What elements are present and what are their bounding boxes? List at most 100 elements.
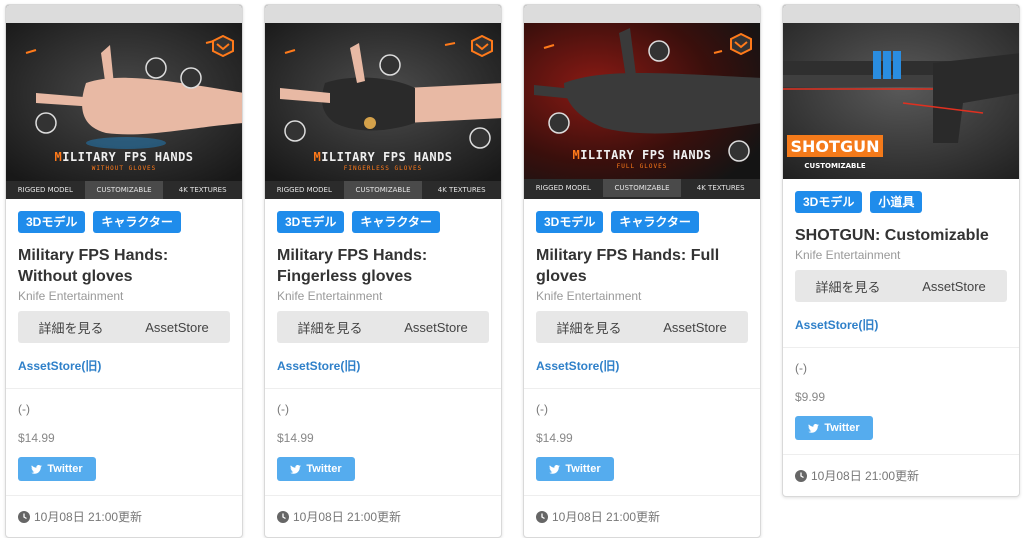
publisher-name: Knife Entertainment xyxy=(795,248,901,262)
thumbnail-subtitle-art: FULL GLOVES xyxy=(616,163,668,170)
rating-text: (-) xyxy=(536,402,548,416)
old-assetstore-link[interactable]: AssetStore(旧) xyxy=(536,357,748,374)
product-thumbnail[interactable]: SHOTGUN CUSTOMIZABLE xyxy=(783,5,1019,179)
publisher-name: Knife Entertainment xyxy=(536,289,642,303)
updated-info: 10月08日 21:00更新 xyxy=(277,508,489,537)
tag-character[interactable]: キャラクター xyxy=(611,211,699,233)
twitter-share-button[interactable]: Twitter xyxy=(795,416,873,440)
divider xyxy=(524,495,760,496)
divider xyxy=(6,388,242,389)
updated-info: 10月08日 21:00更新 xyxy=(536,508,748,537)
product-card: MILITARY FPS HANDS WITHOUT GLOVES RIGGED… xyxy=(5,4,243,538)
updated-info: 10月08日 21:00更新 xyxy=(795,467,1007,496)
twitter-share-button[interactable]: Twitter xyxy=(536,457,614,481)
divider xyxy=(783,347,1019,348)
thumbnail-subtitle-art: CUSTOMIZABLE xyxy=(804,162,865,170)
tag-list: 3Dモデル キャラクター xyxy=(6,199,242,233)
feature-label: RIGGED MODEL xyxy=(276,186,332,194)
product-title[interactable]: Military FPS Hands: Fingerless gloves xyxy=(277,245,489,287)
publisher-name: Knife Entertainment xyxy=(18,289,124,303)
old-assetstore-link[interactable]: AssetStore(旧) xyxy=(795,316,1007,333)
clock-icon xyxy=(277,510,289,523)
tag-3d-model[interactable]: 3Dモデル xyxy=(536,211,604,233)
twitter-label: Twitter xyxy=(824,422,860,434)
rating-text: (-) xyxy=(18,402,30,416)
product-title[interactable]: SHOTGUN: Customizable xyxy=(795,225,1007,246)
divider xyxy=(783,454,1019,455)
price-text: $14.99 xyxy=(18,431,55,445)
assetstore-button[interactable]: AssetStore xyxy=(383,311,489,343)
details-button[interactable]: 詳細を見る xyxy=(18,311,124,343)
product-thumbnail[interactable]: MILITARY FPS HANDS FULL GLOVES RIGGED MO… xyxy=(524,5,760,199)
details-button[interactable]: 詳細を見る xyxy=(536,311,642,343)
brand-logo-icon xyxy=(212,35,234,57)
old-assetstore-link[interactable]: AssetStore(旧) xyxy=(18,357,230,374)
tag-3d-model[interactable]: 3Dモデル xyxy=(277,211,345,233)
thumbnail-feature-bar: RIGGED MODEL CUSTOMIZABLE 4K TEXTURES xyxy=(524,179,760,197)
tag-list: 3Dモデル 小道具 xyxy=(783,179,1019,213)
thumbnail-top-strip xyxy=(783,5,1019,23)
updated-text: 10月08日 21:00更新 xyxy=(552,510,661,524)
product-thumbnail[interactable]: MILITARY FPS HANDS FINGERLESS GLOVES RIG… xyxy=(265,5,501,199)
thumbnail-feature-bar: RIGGED MODEL CUSTOMIZABLE 4K TEXTURES xyxy=(265,181,501,199)
old-assetstore-link[interactable]: AssetStore(旧) xyxy=(277,357,489,374)
rating-text: (-) xyxy=(795,361,807,375)
assetstore-button[interactable]: AssetStore xyxy=(642,311,748,343)
thumbnail-title-art: SHOTGUN xyxy=(791,137,880,156)
feature-label: RIGGED MODEL xyxy=(17,186,73,194)
twitter-bird-icon xyxy=(808,423,820,433)
thumbnail-title-art: MILITARY FPS HANDS xyxy=(313,150,453,164)
twitter-label: Twitter xyxy=(306,463,342,475)
price-text: $14.99 xyxy=(277,431,314,445)
publisher-name: Knife Entertainment xyxy=(277,289,383,303)
thumbnail-title-art: MILITARY FPS HANDS xyxy=(572,148,712,162)
updated-text: 10月08日 21:00更新 xyxy=(34,510,143,524)
product-title[interactable]: Military FPS Hands: Full gloves xyxy=(536,245,748,287)
details-button[interactable]: 詳細を見る xyxy=(277,311,383,343)
price-text: $14.99 xyxy=(536,431,573,445)
tag-character[interactable]: キャラクター xyxy=(93,211,181,233)
divider xyxy=(6,495,242,496)
tag-3d-model[interactable]: 3Dモデル xyxy=(18,211,86,233)
details-button[interactable]: 詳細を見る xyxy=(795,270,901,302)
twitter-bird-icon xyxy=(290,464,302,474)
action-button-group: 詳細を見る AssetStore xyxy=(18,311,230,343)
updated-info: 10月08日 21:00更新 xyxy=(18,508,230,537)
feature-label: RIGGED MODEL xyxy=(535,184,591,192)
feature-label: 4K TEXTURES xyxy=(178,186,227,194)
feature-label: CUSTOMIZABLE xyxy=(602,179,682,197)
assetstore-button[interactable]: AssetStore xyxy=(124,311,230,343)
thumbnail-feature-bar: RIGGED MODEL CUSTOMIZABLE 4K TEXTURES xyxy=(6,181,242,199)
divider xyxy=(265,388,501,389)
thumbnail-subtitle-art: FINGERLESS GLOVES xyxy=(343,165,423,172)
price-text: $9.99 xyxy=(795,390,826,404)
divider xyxy=(265,495,501,496)
rating-text: (-) xyxy=(277,402,289,416)
twitter-share-button[interactable]: Twitter xyxy=(18,457,96,481)
product-card: MILITARY FPS HANDS FULL GLOVES RIGGED MO… xyxy=(523,4,761,538)
twitter-bird-icon xyxy=(549,464,561,474)
feature-label: CUSTOMIZABLE xyxy=(343,181,423,199)
product-card: MILITARY FPS HANDS FINGERLESS GLOVES RIG… xyxy=(264,4,502,538)
action-button-group: 詳細を見る AssetStore xyxy=(795,270,1007,302)
thumbnail-top-strip xyxy=(524,5,760,23)
product-title[interactable]: Military FPS Hands: Without gloves xyxy=(18,245,230,287)
action-button-group: 詳細を見る AssetStore xyxy=(277,311,489,343)
thumbnail-top-strip xyxy=(6,5,242,23)
clock-icon xyxy=(795,469,807,482)
feature-label: 4K TEXTURES xyxy=(437,186,486,194)
brand-logo-icon xyxy=(730,33,752,55)
feature-label: CUSTOMIZABLE xyxy=(84,181,164,199)
product-thumbnail[interactable]: MILITARY FPS HANDS WITHOUT GLOVES RIGGED… xyxy=(6,5,242,199)
tag-prop[interactable]: 小道具 xyxy=(870,191,923,213)
twitter-share-button[interactable]: Twitter xyxy=(277,457,355,481)
tag-3d-model[interactable]: 3Dモデル xyxy=(795,191,863,213)
thumbnail-top-strip xyxy=(265,5,501,23)
tag-character[interactable]: キャラクター xyxy=(352,211,440,233)
twitter-bird-icon xyxy=(31,464,43,474)
tag-list: 3Dモデル キャラクター xyxy=(265,199,501,233)
thumbnail-subtitle-art: WITHOUT GLOVES xyxy=(91,165,157,172)
twitter-label: Twitter xyxy=(565,463,601,475)
assetstore-button[interactable]: AssetStore xyxy=(901,270,1007,302)
thumbnail-title-art: MILITARY FPS HANDS xyxy=(54,150,194,164)
